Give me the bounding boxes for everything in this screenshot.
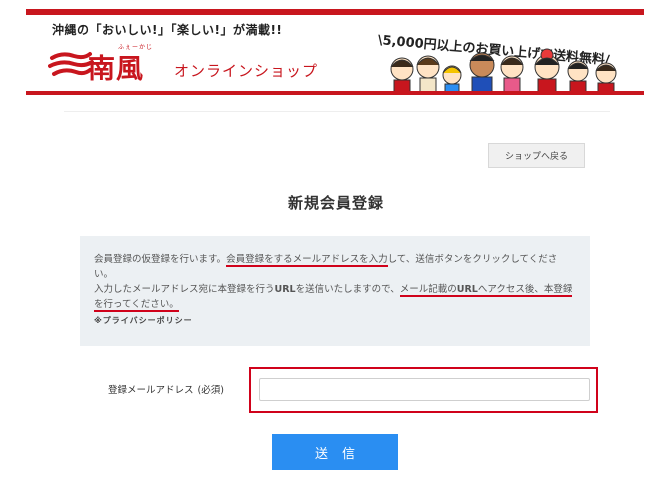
page-title: 新規会員登録	[287, 194, 384, 212]
required-marker: (必須)	[197, 385, 224, 396]
email-field-label: 登録メールアドレス (必須)	[108, 382, 224, 396]
header-divider	[64, 111, 610, 112]
info-paragraph-1: 会員登録の仮登録を行います。会員登録をするメールアドレスを入力して、送信ボタンを…	[94, 252, 576, 282]
info-paragraph-2: 入力したメールアドレス宛に本登録を行うURLを送信いたしますので、メール記載のU…	[94, 282, 576, 312]
info-text: メール記載の	[399, 284, 457, 295]
info-url-text: URL	[274, 284, 296, 295]
registration-info-box: 会員登録の仮登録を行います。会員登録をするメールアドレスを入力して、送信ボタンを…	[80, 236, 590, 346]
info-text: 会員登録の仮登録を行います。	[94, 254, 227, 265]
banner-bottom-bar	[26, 91, 644, 95]
info-text: 入力したメールアドレス宛に本登録を行う	[94, 284, 275, 295]
email-input[interactable]	[259, 378, 590, 401]
mascot-characters-illustration	[390, 48, 617, 93]
header-tagline: 沖縄の「おいしい!」「楽しい!」が満載!!	[52, 23, 283, 37]
banner-top-bar	[26, 9, 644, 15]
info-text: を送信いたしますので、	[295, 284, 400, 295]
email-label-text: 登録メールアドレス	[108, 385, 194, 396]
info-url-text: URL	[456, 284, 478, 295]
back-to-shop-button[interactable]: ショップへ戻る	[488, 143, 585, 168]
logo-text: 南風	[88, 54, 144, 85]
logo-subtitle: オンラインショップ	[174, 62, 319, 80]
privacy-policy-link[interactable]: ※プライバシーポリシー	[94, 313, 576, 328]
header-banner: 沖縄の「おいしい!」「楽しい!」が満載!! ふぇーかじ 南風 オンラインショップ…	[26, 9, 644, 96]
annotation-underline: 会員登録をするメールアドレスを入力	[226, 254, 388, 267]
submit-button[interactable]: 送信	[272, 434, 398, 470]
